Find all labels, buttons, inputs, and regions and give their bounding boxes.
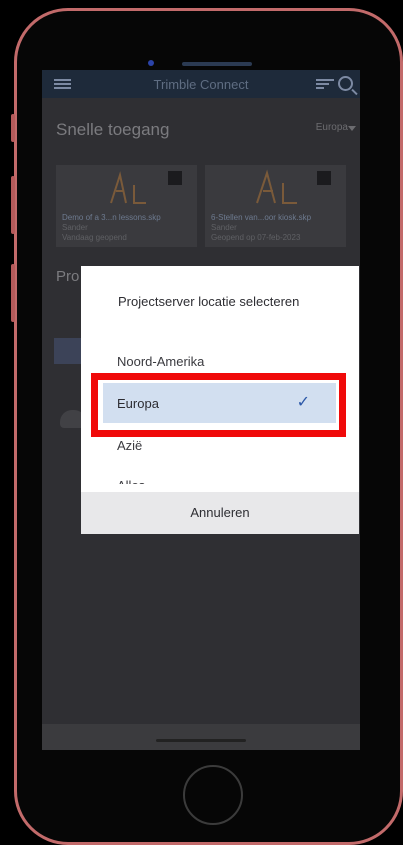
file-name: 6-Stellen van...oor kiosk.skp [211,213,312,222]
option-noord-amerika[interactable]: Noord-Amerika [117,354,204,369]
home-button[interactable] [183,765,243,825]
dialog-footer: Annuleren [81,492,359,534]
speaker [182,62,252,66]
app-bar: Trimble Connect [42,70,360,98]
file-user: Sander [211,223,237,232]
home-indicator[interactable] [156,739,246,742]
projects-title: Pro [56,268,80,285]
option-azie[interactable]: Azië [117,438,142,453]
phone-side-button [11,176,15,234]
phone-side-button [11,114,15,142]
file-name: Demo of a 3...n lessons.skp [62,213,161,222]
list-clip [81,484,359,492]
app-title: Trimble Connect [153,77,249,92]
search-icon[interactable] [338,76,353,91]
highlight-annotation [91,373,346,437]
bottom-bar [42,724,360,750]
file-thumbnail [56,165,197,210]
chevron-down-icon[interactable] [348,126,356,131]
file-date: Geopend op 07-feb-2023 [211,233,301,242]
quick-access-title: Snelle toegang [56,120,170,139]
file-user: Sander [62,223,88,232]
region-dropdown[interactable]: Europa [316,122,348,133]
recent-file-card[interactable]: Demo of a 3...n lessons.skp Sander Vanda… [56,165,197,247]
file-date: Vandaag geopend [62,233,127,242]
file-thumbnail [205,165,346,210]
project-thumbnail [54,338,84,364]
cancel-button[interactable]: Annuleren [81,492,359,534]
phone-side-button [11,264,15,322]
camera-icon [148,60,154,66]
filter-icon[interactable] [316,79,334,90]
dialog-title: Projectserver locatie selecteren [118,294,300,309]
recent-file-card[interactable]: 6-Stellen van...oor kiosk.skp Sander Geo… [205,165,346,247]
